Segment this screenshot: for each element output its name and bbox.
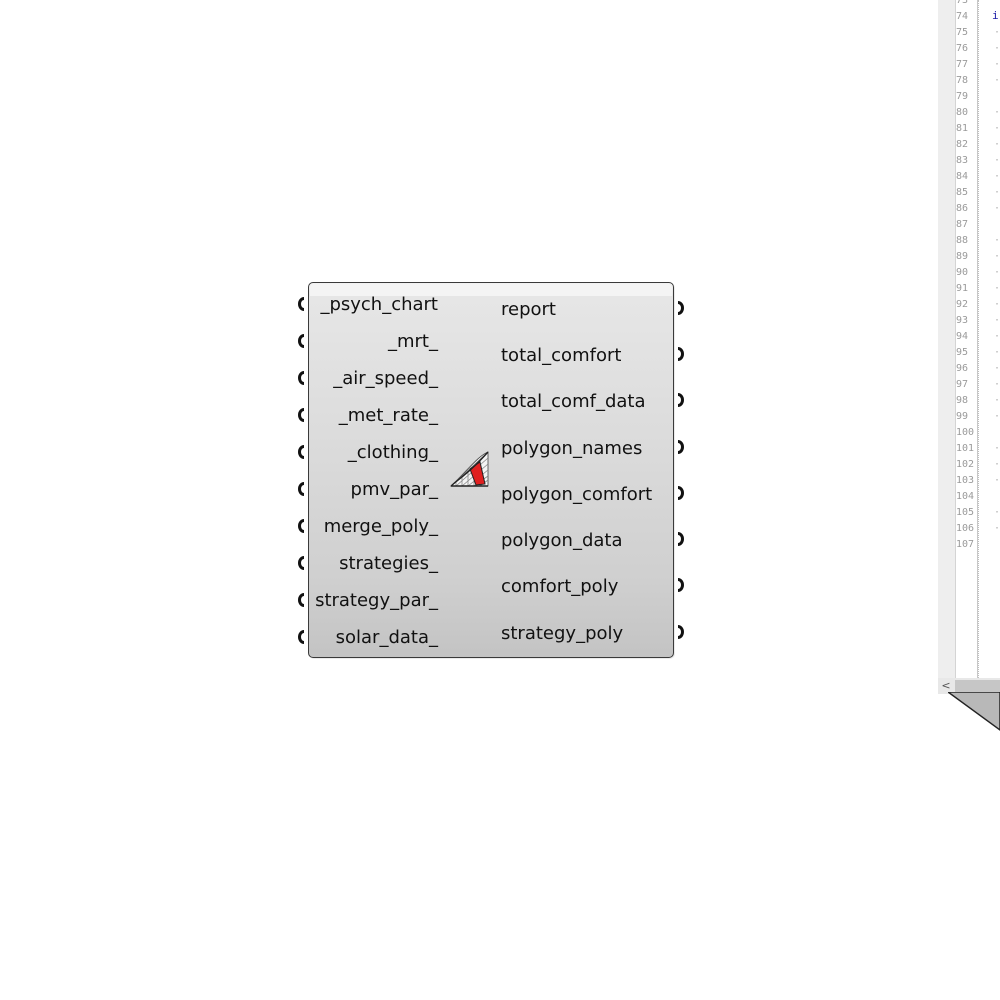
code-indent-mark: ·	[994, 187, 1000, 198]
code-indent-mark: ·	[994, 155, 1000, 166]
input-strategies[interactable]: strategies_	[339, 554, 438, 574]
line-number: 83	[956, 155, 969, 166]
code-indent-mark: ·	[994, 411, 1000, 422]
line-number: 107	[956, 539, 975, 550]
line-number: 101	[956, 443, 975, 454]
code-indent-mark: ·	[994, 363, 1000, 374]
line-number: 94	[956, 331, 969, 342]
output-polygon-data[interactable]: polygon_data	[501, 531, 622, 551]
output-comfort-poly[interactable]: comfort_poly	[501, 577, 618, 597]
line-number: 79	[956, 91, 969, 102]
line-number: 105	[956, 507, 975, 518]
line-number: 81	[956, 123, 969, 134]
code-indent-mark: ·	[994, 107, 1000, 118]
output-polygon-comfort[interactable]: polygon_comfort	[501, 485, 652, 505]
code-indent-mark: ·	[994, 27, 1000, 38]
canvas-wire-fragment	[948, 692, 1000, 731]
code-indent-mark: ·	[994, 395, 1000, 406]
code-indent-mark: ·	[994, 171, 1000, 182]
code-indent-mark: ·	[994, 331, 1000, 342]
grasshopper-canvas[interactable]: _psych_chart _mrt_ _air_speed_ _met_rate…	[0, 0, 1000, 1000]
code-indent-mark: ·	[994, 139, 1000, 150]
editor-margin	[938, 0, 956, 678]
input-merge-poly[interactable]: merge_poly_	[324, 517, 438, 537]
line-number: 84	[956, 171, 969, 182]
line-number: 97	[956, 379, 969, 390]
line-number: 77	[956, 59, 969, 70]
line-number: 98	[956, 395, 969, 406]
output-strategy-poly[interactable]: strategy_poly	[501, 624, 623, 644]
psychrometric-comfort-polygon-icon	[449, 451, 489, 487]
input-mrt[interactable]: _mrt_	[388, 332, 438, 352]
code-editor-window[interactable]: 73 74 75 · 76 · 77 · 78 · 79 80 · 81 · 82 · 83 · 84 · 85 · 86 · 8…	[938, 0, 1000, 694]
line-number: 75	[956, 27, 969, 38]
output-total-comfort[interactable]: total_comfort	[501, 346, 621, 366]
line-number: 104	[956, 491, 975, 502]
line-number: 88	[956, 235, 969, 246]
line-number: 103	[956, 475, 975, 486]
line-number: 89	[956, 251, 969, 262]
input-pmv-par[interactable]: pmv_par_	[351, 480, 438, 500]
fold-guide	[978, 0, 980, 678]
code-indent-mark: ·	[994, 283, 1000, 294]
code-indent-mark: ·	[994, 251, 1000, 262]
line-number: 90	[956, 267, 969, 278]
code-indent-mark: ·	[994, 459, 1000, 470]
line-number: 82	[956, 139, 969, 150]
line-number: 78	[956, 75, 969, 86]
line-number: 93	[956, 315, 969, 326]
code-indent-mark: ·	[994, 59, 1000, 70]
code-indent-mark: ·	[994, 203, 1000, 214]
code-indent-mark: ·	[994, 235, 1000, 246]
line-number: 85	[956, 187, 969, 198]
code-keyword-fragment[interactable]: i	[992, 8, 999, 24]
input-met-rate[interactable]: _met_rate_	[339, 406, 438, 426]
psychrometric-polygons-component[interactable]: _psych_chart _mrt_ _air_speed_ _met_rate…	[308, 282, 674, 658]
code-indent-mark: ·	[994, 123, 1000, 134]
code-indent-mark: ·	[994, 475, 1000, 486]
input-psych-chart[interactable]: _psych_chart	[320, 295, 438, 315]
code-indent-mark: ·	[994, 43, 1000, 54]
output-total-comf-data[interactable]: total_comf_data	[501, 392, 645, 412]
input-clothing[interactable]: _clothing_	[348, 443, 438, 463]
scrollbar-thumb[interactable]	[955, 680, 1000, 692]
line-number: 92	[956, 299, 969, 310]
output-report[interactable]: report	[501, 300, 556, 320]
line-number: 95	[956, 347, 969, 358]
code-indent-mark: ·	[994, 379, 1000, 390]
code-indent-mark: ·	[994, 347, 1000, 358]
code-indent-mark: ·	[994, 523, 1000, 534]
line-number: 102	[956, 459, 975, 470]
line-number: 91	[956, 283, 969, 294]
input-air-speed[interactable]: _air_speed_	[333, 369, 438, 389]
code-indent-mark: ·	[994, 507, 1000, 518]
line-number: 106	[956, 523, 975, 534]
line-number: 73	[956, 0, 969, 6]
line-number: 74	[956, 11, 969, 22]
line-number: 100	[956, 427, 975, 438]
line-number: 86	[956, 203, 969, 214]
line-number: 87	[956, 219, 969, 230]
line-number: 96	[956, 363, 969, 374]
output-polygon-names[interactable]: polygon_names	[501, 439, 642, 459]
code-indent-mark: ·	[994, 75, 1000, 86]
input-strategy-par[interactable]: strategy_par_	[315, 591, 438, 611]
code-indent-mark: ·	[994, 299, 1000, 310]
line-number: 76	[956, 43, 969, 54]
code-indent-mark: ·	[994, 315, 1000, 326]
code-indent-mark: ·	[994, 443, 1000, 454]
code-indent-mark: ·	[994, 267, 1000, 278]
line-number: 80	[956, 107, 969, 118]
input-solar-data[interactable]: solar_data_	[336, 628, 438, 648]
line-number: 99	[956, 411, 969, 422]
